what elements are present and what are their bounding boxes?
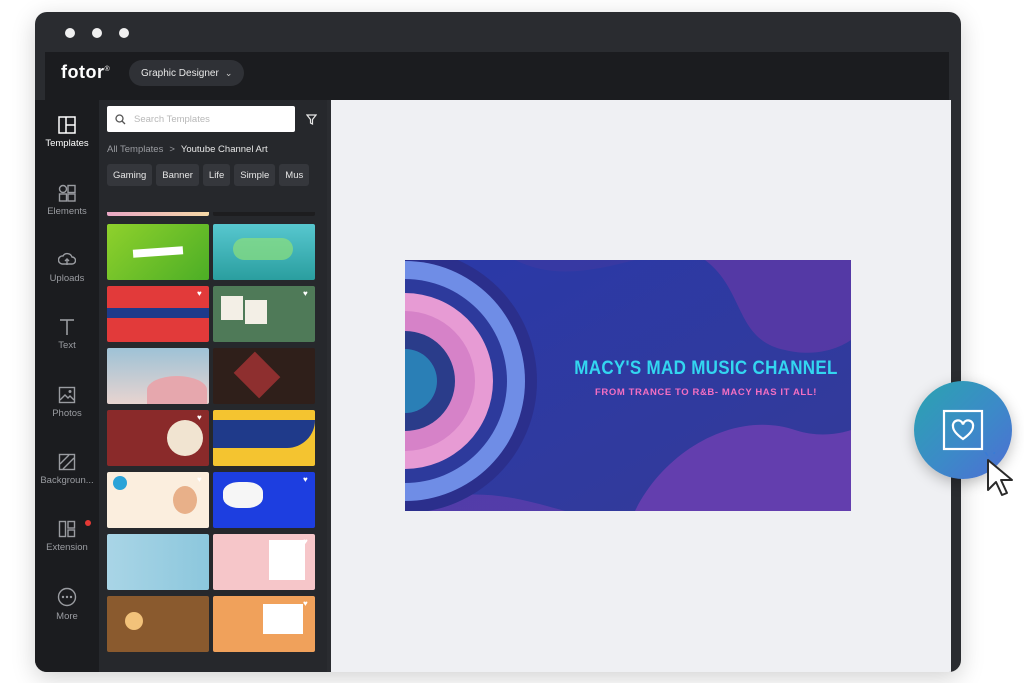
rail-label-uploads: Uploads bbox=[49, 273, 85, 284]
window-dot-1[interactable] bbox=[65, 28, 75, 38]
rail-item-extension[interactable]: Extension bbox=[35, 520, 99, 553]
upload-cloud-icon bbox=[58, 252, 76, 265]
breadcrumb-separator: > bbox=[169, 144, 175, 155]
rail-item-background[interactable]: Backgroun... bbox=[35, 453, 99, 486]
background-icon bbox=[58, 453, 76, 471]
chip-life[interactable]: Life bbox=[202, 164, 231, 186]
template-thumbnail[interactable] bbox=[213, 224, 315, 280]
chip-gaming[interactable]: Gaming bbox=[107, 164, 153, 186]
graphic-designer-label: Graphic Designer bbox=[141, 67, 219, 79]
template-thumbnail[interactable] bbox=[107, 596, 209, 652]
rail-item-templates[interactable]: Templates bbox=[35, 116, 99, 149]
search-input[interactable] bbox=[132, 112, 286, 126]
templates-panel: All Templates > Youtube Channel Art Gami… bbox=[99, 100, 327, 672]
heart-icon[interactable]: ♥ bbox=[303, 537, 312, 546]
logo-text: fotor bbox=[61, 62, 105, 82]
template-thumbnail[interactable]: ♥ bbox=[107, 472, 209, 528]
top-bar: fotor® Graphic Designer ⌄ bbox=[45, 52, 949, 100]
template-thumbnail[interactable] bbox=[107, 224, 209, 280]
notification-badge bbox=[85, 520, 91, 526]
template-thumbnail[interactable] bbox=[213, 348, 315, 404]
rail-item-more[interactable]: More bbox=[35, 587, 99, 622]
text-t-icon bbox=[60, 319, 74, 335]
more-dots-icon bbox=[57, 587, 77, 607]
templates-icon bbox=[58, 116, 76, 134]
template-thumbnail[interactable]: ♥ bbox=[213, 472, 315, 528]
mouse-cursor-icon bbox=[984, 449, 1024, 505]
logo-mark: ® bbox=[104, 66, 111, 73]
template-thumbnail[interactable]: ♥ bbox=[213, 596, 315, 652]
extension-icon bbox=[58, 520, 76, 538]
heart-icon[interactable]: ♥ bbox=[303, 475, 312, 484]
window-dot-2[interactable] bbox=[92, 28, 102, 38]
breadcrumb: All Templates > Youtube Channel Art bbox=[107, 144, 268, 155]
rail-label-photos: Photos bbox=[52, 408, 82, 419]
rail-item-elements[interactable]: Elements bbox=[35, 184, 99, 217]
category-chips: Gaming Banner Life Simple Mus bbox=[107, 164, 321, 186]
banner-artwork bbox=[405, 260, 851, 511]
template-thumbnail[interactable]: ♥ bbox=[107, 286, 209, 342]
template-grid: ♥ ♥ ♥ ♥ ♥ ♥ ♥ bbox=[107, 212, 319, 672]
left-rail: Templates Elements Uploads Text Photos B… bbox=[35, 100, 99, 672]
window-dot-3[interactable] bbox=[119, 28, 129, 38]
fotor-logo[interactable]: fotor® bbox=[61, 62, 110, 83]
heart-icon[interactable]: ♥ bbox=[197, 289, 206, 298]
rail-item-photos[interactable]: Photos bbox=[35, 386, 99, 419]
rail-label-templates: Templates bbox=[45, 138, 89, 149]
app-window: fotor® Graphic Designer ⌄ Templates Elem… bbox=[35, 12, 961, 672]
banner-title[interactable]: MACY'S MAD MUSIC CHANNEL bbox=[571, 357, 841, 380]
template-thumbnail[interactable] bbox=[213, 212, 315, 216]
graphic-designer-dropdown[interactable]: Graphic Designer ⌄ bbox=[129, 60, 245, 86]
photo-icon bbox=[58, 386, 76, 404]
template-thumbnail[interactable] bbox=[107, 534, 209, 590]
filter-icon[interactable] bbox=[305, 112, 318, 130]
template-thumbnail[interactable] bbox=[213, 410, 315, 466]
rail-item-uploads[interactable]: Uploads bbox=[35, 251, 99, 284]
heart-icon[interactable]: ♥ bbox=[197, 413, 206, 422]
banner-subtitle[interactable]: FROM TRANCE TO R&B- MACY HAS IT ALL! bbox=[571, 387, 841, 398]
chevron-down-icon: ⌄ bbox=[224, 67, 233, 78]
template-thumbnail[interactable]: ♥ bbox=[213, 286, 315, 342]
rail-label-elements: Elements bbox=[47, 206, 87, 217]
template-thumbnail[interactable] bbox=[107, 212, 209, 216]
breadcrumb-root[interactable]: All Templates bbox=[107, 144, 163, 155]
rail-label-extension: Extension bbox=[46, 542, 88, 553]
design-canvas[interactable]: MACY'S MAD MUSIC CHANNEL FROM TRANCE TO … bbox=[331, 100, 951, 672]
elements-icon bbox=[58, 184, 76, 202]
rail-label-text: Text bbox=[58, 340, 76, 351]
template-thumbnail[interactable] bbox=[107, 348, 209, 404]
heart-icon[interactable]: ♥ bbox=[303, 599, 312, 608]
breadcrumb-current: Youtube Channel Art bbox=[180, 144, 268, 155]
chip-simple[interactable]: Simple bbox=[234, 164, 276, 186]
youtube-banner-design[interactable]: MACY'S MAD MUSIC CHANNEL FROM TRANCE TO … bbox=[405, 260, 851, 511]
search-box bbox=[107, 106, 295, 132]
window-controls bbox=[65, 28, 129, 38]
heart-frame-icon bbox=[942, 409, 984, 451]
rail-item-text[interactable]: Text bbox=[35, 318, 99, 351]
chip-music[interactable]: Mus bbox=[279, 164, 310, 186]
template-thumbnail[interactable]: ♥ bbox=[107, 410, 209, 466]
rail-label-more: More bbox=[56, 611, 78, 622]
rail-label-background: Backgroun... bbox=[40, 475, 94, 486]
heart-icon[interactable]: ♥ bbox=[303, 289, 312, 298]
search-icon bbox=[115, 113, 126, 124]
chip-banner[interactable]: Banner bbox=[156, 164, 199, 186]
template-thumbnail[interactable]: ♥ bbox=[213, 534, 315, 590]
heart-icon[interactable]: ♥ bbox=[197, 475, 206, 484]
